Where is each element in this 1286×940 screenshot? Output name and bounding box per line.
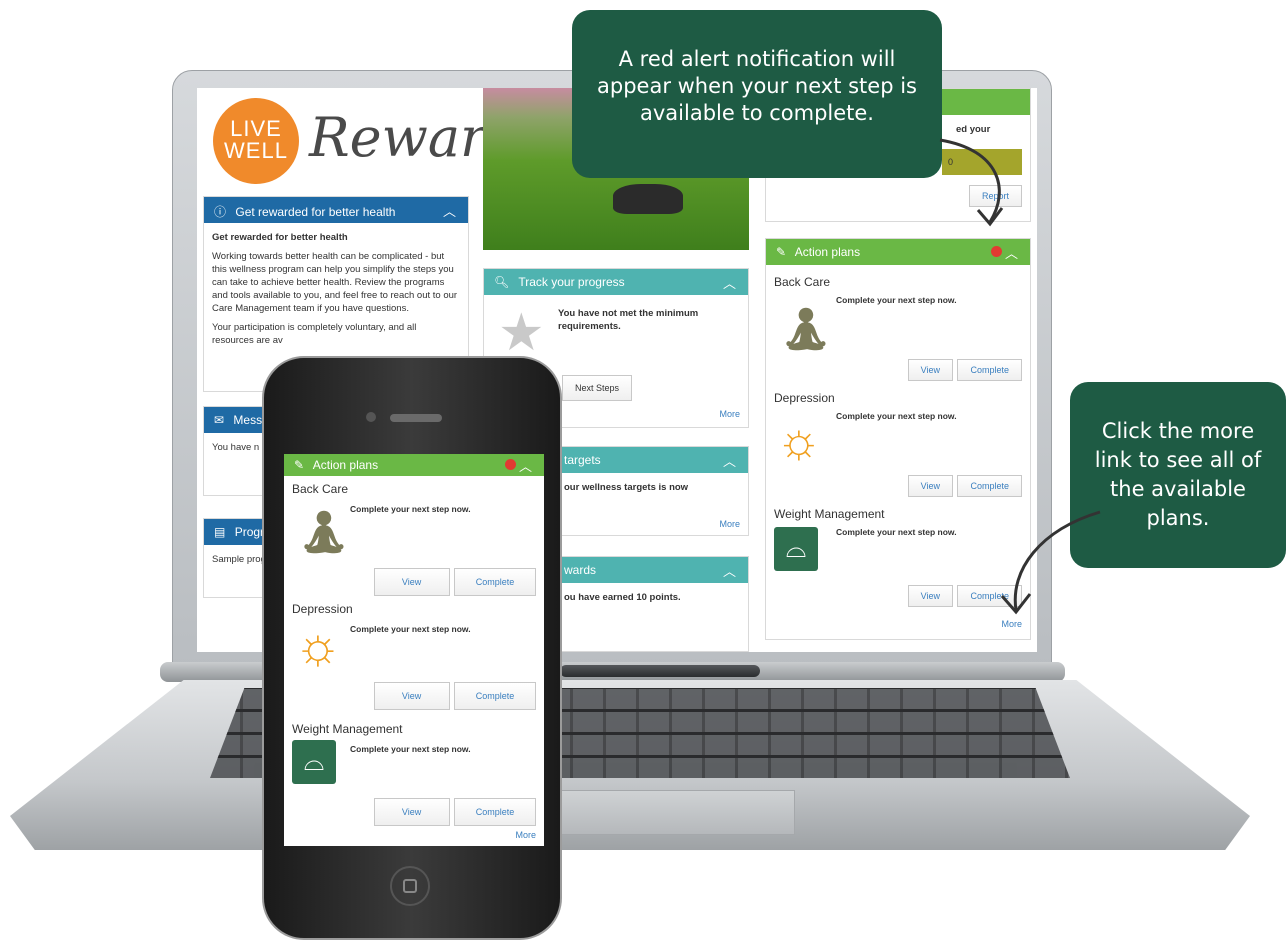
logo-line2: WELL [224,138,288,163]
get-rewarded-title: Get rewarded for better health [212,232,348,243]
more-link-callout: Click the more link to see all of the av… [1070,382,1286,568]
phone-camera [366,412,376,422]
plan-title: Depression [292,602,353,616]
action-plans-more-link[interactable]: More [1001,619,1022,629]
star-icon: ★ [498,304,545,362]
progress-bar-value: 0 [948,157,954,167]
plan-title: Back Care [774,275,831,289]
phone-plan-weight-management: Weight Management Complete your next ste… [284,716,544,846]
view-button[interactable]: View [373,798,450,826]
laptop-hinge-slot [560,665,760,677]
red-alert-callout: A red alert notification will appear whe… [572,10,942,178]
action-plans-header[interactable]: ✎ Action plans ︿ [766,239,1030,265]
plan-back-care: Back Care Complete your next step now. 🧘… [766,269,1030,389]
targets-more-link[interactable]: More [719,519,740,529]
progress-bar: 0 [942,149,1022,175]
programs-header-label: Progr [234,525,265,539]
get-rewarded-para1: Working towards better health can be com… [212,251,458,314]
report-button[interactable]: Report [968,185,1022,207]
plan-step-text: Complete your next step now. [350,624,471,634]
get-rewarded-header-label: Get rewarded for better health [235,205,396,219]
phone-action-plans-header[interactable]: ✎ Action plans ︿ [284,454,544,476]
collapse-chevron-icon[interactable]: ︿ [1005,243,1018,262]
plan-step-text: Complete your next step now. [836,527,957,537]
phone-screen: ✎ Action plans ︿ Back Care Complete your… [284,454,544,846]
stretching-figure-icon: 🧘︎ [296,508,352,557]
complete-button[interactable]: Complete [957,475,1022,497]
complete-button[interactable]: Complete [957,359,1022,381]
stretching-figure-icon: 🧘︎ [778,305,834,354]
sneaker-shape [613,184,683,214]
alert-notification-icon [991,246,1002,257]
plan-title: Weight Management [292,722,403,736]
view-button[interactable]: View [907,359,954,381]
scale-icon: ⌓ [292,740,336,784]
laptop-trackpad [545,790,795,835]
collapse-chevron-icon[interactable]: ︿ [519,456,532,475]
track-more-link[interactable]: More [719,409,740,419]
collapse-chevron-icon[interactable]: ︿ [723,451,736,470]
view-button[interactable]: View [907,475,954,497]
edit-icon: ✎ [776,245,787,259]
live-well-rewards-logo: LIVE WELL Reward$ [213,98,555,188]
search-icon: 🔍︎ [494,275,510,289]
messages-header-label: Mess [233,413,263,427]
view-button[interactable]: View [907,585,954,607]
phone-plan-back-care: Back Care Complete your next step now. 🧘… [284,476,544,596]
phone-plan-depression: Depression Complete your next step now. … [284,596,544,714]
envelope-icon: ✉ [214,413,225,427]
plan-step-text: Complete your next step now. [350,504,471,514]
edit-icon: ✎ [294,458,305,472]
phone-action-plans-header-label: Action plans [312,458,379,472]
phone-action-plans-more-link[interactable]: More [515,830,536,840]
track-progress-text: You have not met the minimum requirement… [558,308,699,332]
action-plans-panel: ✎ Action plans ︿ Back Care Complete your… [765,238,1031,640]
plan-title: Back Care [292,482,349,496]
plan-step-text: Complete your next step now. [836,295,957,305]
get-rewarded-para2: Your participation is completely volunta… [212,322,417,346]
get-rewarded-header[interactable]: ⓘ Get rewarded for better health ︿ [204,197,468,223]
track-progress-header[interactable]: 🔍︎ Track your progress ︿ [484,269,748,295]
next-steps-button[interactable]: Next Steps [562,375,633,401]
scale-icon: ⌓ [774,527,818,571]
complete-button[interactable]: Complete [957,585,1022,607]
collapse-chevron-icon[interactable]: ︿ [723,273,736,292]
info-icon: ⓘ [214,205,227,219]
collapse-chevron-icon[interactable]: ︿ [723,561,736,580]
complete-button[interactable]: Complete [454,568,536,596]
sun-icon: ☼ [776,412,822,468]
track-progress-header-label: Track your progress [518,275,625,289]
plan-title: Depression [774,391,835,405]
view-button[interactable]: View [373,682,450,710]
plan-step-text: Complete your next step now. [836,411,957,421]
alert-notification-icon [505,459,516,470]
logo-line1: LIVE [230,116,282,141]
complete-button[interactable]: Complete [454,798,536,826]
newspaper-icon: ▤ [214,525,226,539]
plan-weight-management: Weight Management Complete your next ste… [766,501,1030,641]
phone-speaker [390,414,442,422]
plan-depression: Depression Complete your next step now. … [766,385,1030,505]
sun-icon: ☼ [294,617,342,675]
complete-button[interactable]: Complete [454,682,536,710]
plan-step-text: Complete your next step now. [350,744,471,754]
logo-circle: LIVE WELL [213,98,299,184]
view-button[interactable]: View [373,568,450,596]
home-square-icon [403,879,417,893]
plan-title: Weight Management [774,507,885,521]
action-plans-header-label: Action plans [794,245,861,259]
collapse-chevron-icon[interactable]: ︿ [443,201,456,220]
